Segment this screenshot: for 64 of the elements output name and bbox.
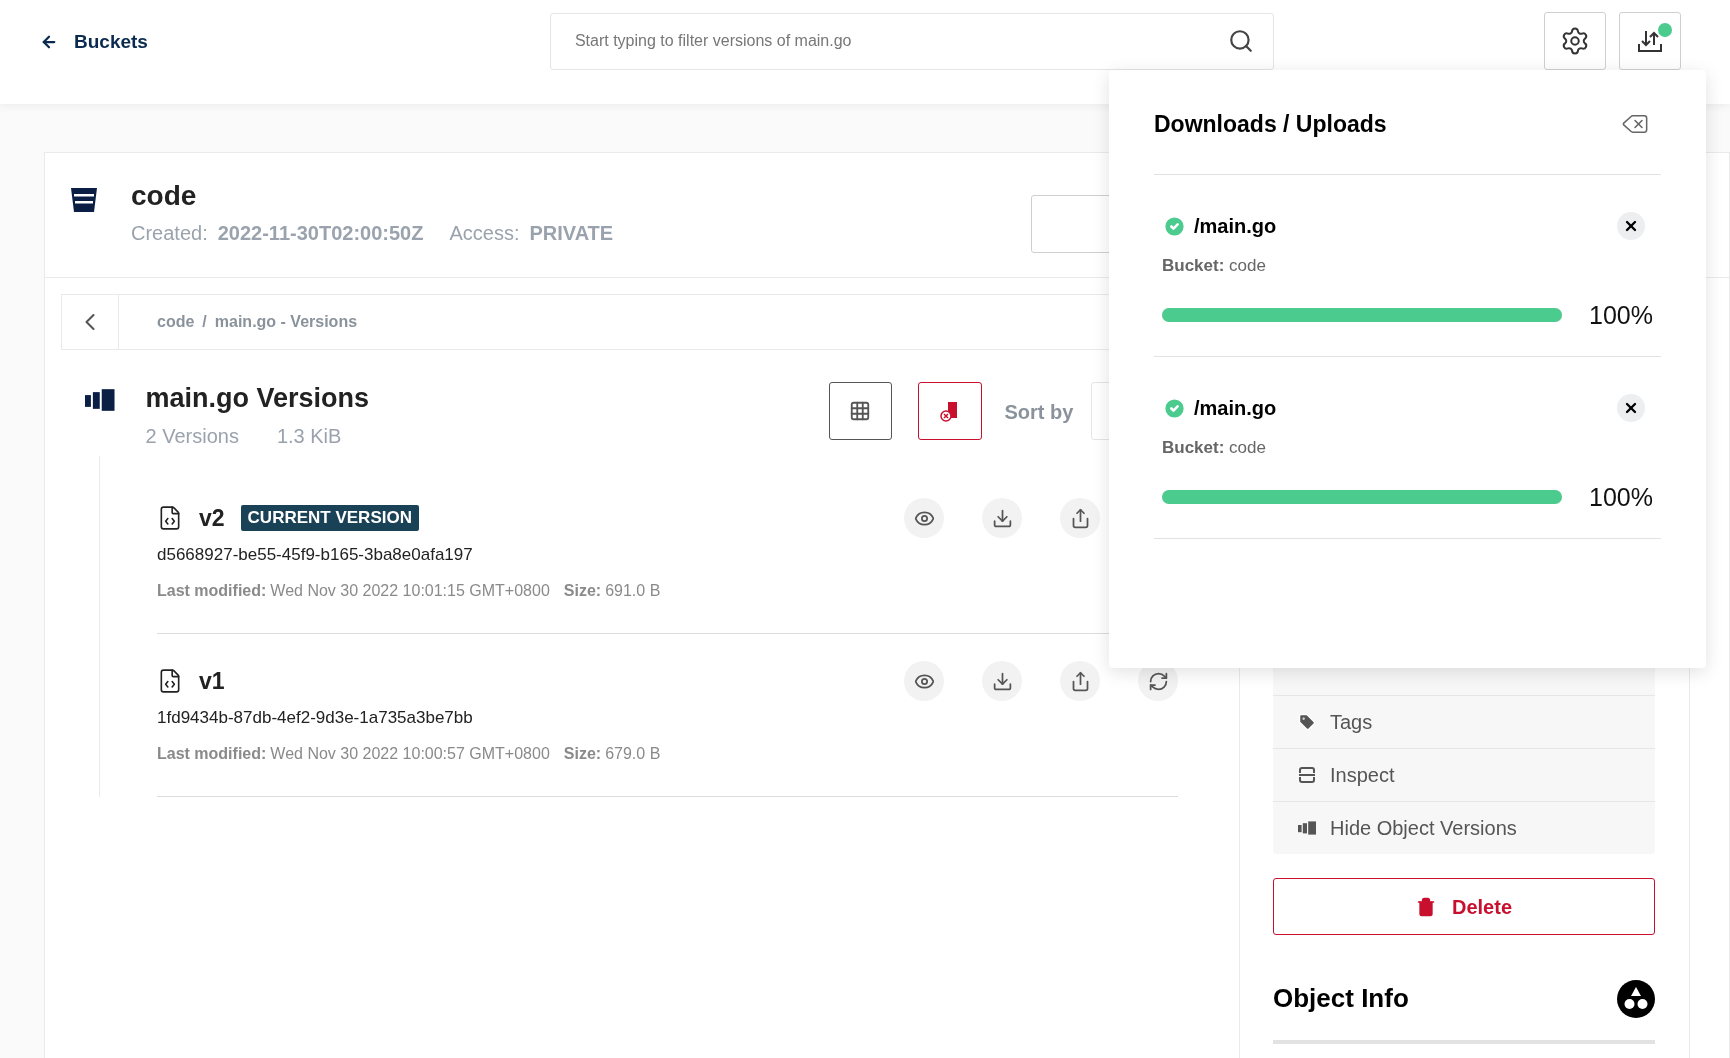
tag-icon: [1298, 713, 1316, 731]
close-icon: [1623, 218, 1639, 234]
share-button[interactable]: [1060, 661, 1100, 701]
version-name: v1: [199, 666, 225, 696]
breadcrumb-current: main.go - Versions: [214, 312, 358, 332]
share-button[interactable]: [1060, 498, 1100, 538]
size-value: 679.0 B: [605, 744, 661, 764]
transfer-file-name: /main.go: [1194, 214, 1277, 239]
created-label: Created:: [131, 221, 208, 246]
size-value: 691.0 B: [605, 581, 661, 601]
versions-title: main.go Versions: [145, 382, 371, 415]
object-info-icon: [1617, 979, 1655, 1018]
current-version-tag: CURRENT VERSION: [240, 505, 419, 531]
inspect-icon: [1298, 766, 1316, 784]
back-link[interactable]: Buckets: [40, 27, 148, 57]
action-item[interactable]: Hide Object Versions: [1273, 801, 1655, 854]
access-label: Access:: [449, 221, 520, 246]
grid-icon: [849, 400, 871, 422]
preview-button[interactable]: [904, 498, 944, 538]
versions-icon: [1298, 821, 1316, 835]
size-label: Size:: [563, 744, 602, 764]
access-value: PRIVATE: [529, 221, 614, 246]
modified-label: Last modified:: [157, 744, 267, 764]
download-icon: [991, 507, 1013, 529]
delete-versions-button[interactable]: [917, 382, 982, 440]
versions-count: 2 Versions: [145, 424, 239, 449]
created-value: 2022-11-30T02:00:50Z: [217, 221, 424, 246]
action-item[interactable]: Inspect: [1273, 748, 1655, 801]
transfer-bucket: Bucket: code: [1162, 438, 1266, 457]
bucket-name: code: [131, 179, 198, 213]
version-id: 1fd9434b-87db-4ef2-9d3e-1a735a3be7bb: [157, 708, 474, 728]
search-icon: [1227, 27, 1254, 54]
download-button[interactable]: [982, 661, 1022, 701]
progress-percent: 100%: [1589, 481, 1653, 513]
size-label: Size:: [563, 581, 602, 601]
sort-by-label: Sort by: [1004, 400, 1074, 425]
object-info-title: Object Info: [1273, 982, 1409, 1015]
settings-button[interactable]: [1543, 12, 1606, 70]
action-item[interactable]: Tags: [1273, 695, 1655, 748]
close-icon: [1623, 400, 1639, 416]
progress-percent: 100%: [1589, 299, 1653, 331]
remove-transfer-button[interactable]: [1617, 394, 1645, 422]
remove-transfer-button[interactable]: [1617, 212, 1645, 240]
delete-button[interactable]: Delete: [1273, 878, 1655, 935]
versions-size: 1.3 KiB: [276, 424, 342, 449]
version-name: v2: [199, 503, 225, 533]
search-field[interactable]: Start typing to filter versions of main.go: [549, 12, 1274, 70]
restore-icon: [1147, 670, 1169, 692]
download-icon: [991, 670, 1013, 692]
transfers-button[interactable]: [1618, 12, 1681, 70]
modified-label: Last modified:: [157, 581, 267, 601]
transfer-bucket: Bucket: code: [1162, 256, 1266, 275]
version-id: d5668927-be55-45f9-b165-3ba8e0afa197: [157, 545, 474, 565]
breadcrumb-separator: /: [202, 312, 207, 332]
download-button[interactable]: [982, 498, 1022, 538]
modified-value: Wed Nov 30 2022 10:01:15 GMT+0800: [270, 581, 550, 601]
popup-title: Downloads / Uploads: [1154, 109, 1387, 139]
transfer-file-name: /main.go: [1194, 396, 1277, 421]
versions-icon: [85, 389, 115, 411]
trash-icon: [1416, 895, 1436, 918]
preview-button[interactable]: [904, 661, 944, 701]
bucket-icon: [69, 185, 99, 215]
modified-value: Wed Nov 30 2022 10:00:57 GMT+0800: [270, 744, 550, 764]
grid-view-button[interactable]: [828, 382, 892, 440]
